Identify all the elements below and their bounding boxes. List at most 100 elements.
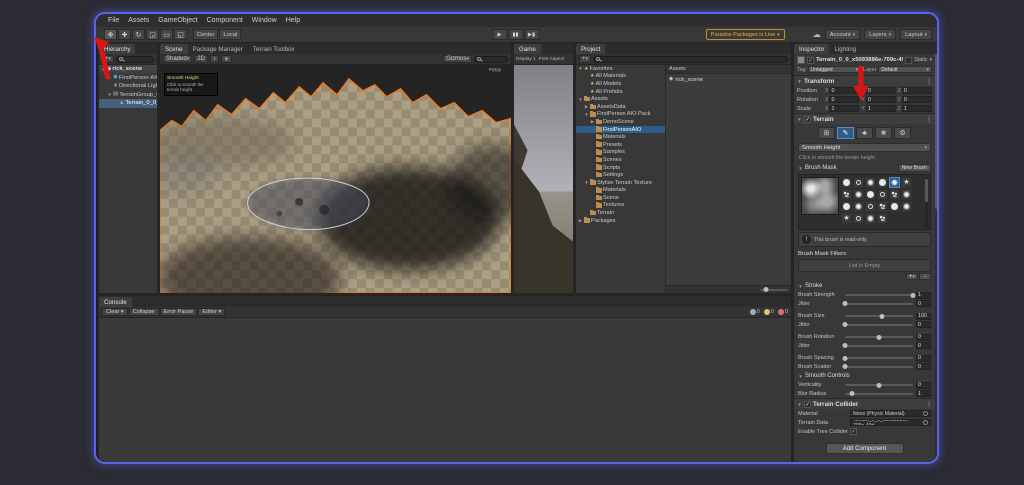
remove-filter-button[interactable]: -: [919, 273, 931, 280]
step-button[interactable]: ▶▮: [524, 29, 540, 40]
add-filter-button[interactable]: +: [906, 273, 918, 280]
tab-hierarchy[interactable]: Hierarchy: [99, 44, 136, 54]
layers-dropdown[interactable]: Layers: [864, 29, 897, 40]
tab-inspector[interactable]: Inspector: [794, 44, 830, 54]
tab-package-manager[interactable]: Package Manager: [188, 44, 248, 54]
scale-tool[interactable]: ◲: [146, 29, 159, 40]
console-button-clear[interactable]: Clear ▾: [102, 308, 128, 316]
paint-details-tool[interactable]: ❀: [875, 127, 892, 139]
brush-item[interactable]: ★: [901, 177, 912, 188]
slider-track[interactable]: [842, 301, 913, 307]
project-tree-item[interactable]: Materials: [576, 133, 665, 141]
rotate-tool[interactable]: ↻: [132, 29, 145, 40]
account-dropdown[interactable]: Account: [824, 29, 861, 40]
console-log-area[interactable]: [99, 318, 791, 462]
foldout-arrow-icon[interactable]: ▶: [107, 75, 112, 81]
material-object-field[interactable]: None (Physic Material): [850, 410, 931, 417]
object-picker-icon[interactable]: [923, 411, 928, 416]
brush-item[interactable]: [877, 177, 888, 188]
menu-item-help[interactable]: Help: [286, 17, 300, 24]
play-button[interactable]: ▶: [492, 29, 508, 40]
brush-item[interactable]: [877, 201, 888, 212]
2d-toggle-button[interactable]: 2D: [194, 55, 208, 63]
asset-item[interactable]: ◆ rick_scene: [669, 77, 788, 83]
brush-item[interactable]: [865, 213, 876, 224]
menu-item-file[interactable]: File: [108, 17, 119, 24]
create-neighbor-terrains-tool[interactable]: ⊞: [818, 127, 835, 139]
slider-knob[interactable]: [842, 343, 848, 349]
project-tree-item[interactable]: ▶ Packages: [576, 217, 665, 225]
x-value-input[interactable]: 1: [829, 105, 860, 112]
project-tree-item[interactable]: Terrain: [576, 209, 665, 217]
hierarchy-item[interactable]: ▼ ▤ TerrainGroup_0: [99, 91, 157, 100]
project-tree-item[interactable]: Materials: [576, 187, 665, 195]
slider-value-input[interactable]: 100: [916, 312, 931, 320]
console-button-collapse[interactable]: Collapse: [128, 308, 159, 316]
chevron-down-icon[interactable]: [929, 57, 932, 63]
scene-search-input[interactable]: [474, 55, 508, 63]
foldout-arrow-icon[interactable]: ▼: [584, 112, 589, 117]
terrain-data-object-field[interactable]: Terrain_0_0_x5093886e-709c-49d...: [850, 419, 931, 426]
project-tree-item[interactable]: ▶ AssetsData: [576, 103, 665, 111]
foldout-arrow-icon[interactable]: ▶: [578, 218, 583, 224]
pivot-toggle-button[interactable]: Center: [193, 29, 219, 40]
gameobject-name[interactable]: Terrain_0_0_x5093886e-709c-49d0-bf8d-1e7…: [816, 57, 903, 63]
object-picker-icon[interactable]: [923, 420, 928, 425]
project-tree-item[interactable]: ▼ Stylize Terrain Texture: [576, 179, 665, 187]
layout-dropdown[interactable]: Layout: [900, 29, 932, 40]
menu-item-component[interactable]: Component: [207, 17, 243, 24]
menu-item-gameobject[interactable]: GameObject: [158, 17, 197, 24]
hierarchy-item[interactable]: ▶ ◉ FirstPerson-AIO: [99, 74, 157, 83]
terrain-enabled-checkbox[interactable]: ✓: [804, 115, 811, 123]
project-tree-item[interactable]: FirstPersonAIO: [576, 125, 665, 134]
hierarchy-add-button[interactable]: +: [102, 55, 115, 63]
brush-item[interactable]: [841, 177, 852, 188]
scene-viewport[interactable]: Smooth Height Click to smooth the terrai…: [160, 65, 511, 293]
slider-value-input[interactable]: 0: [916, 342, 931, 350]
slider-value-input[interactable]: 0: [916, 354, 931, 362]
brush-item[interactable]: [853, 201, 864, 212]
slider-track[interactable]: [842, 355, 913, 361]
space-toggle-button[interactable]: Local: [219, 29, 242, 40]
z-value-input[interactable]: 0: [901, 96, 932, 103]
project-tree-item[interactable]: Scenes: [576, 156, 665, 164]
collider-enabled-checkbox[interactable]: ✓: [804, 400, 811, 408]
static-checkbox[interactable]: [905, 56, 913, 64]
slider-value-input[interactable]: 0: [916, 321, 931, 329]
brush-item[interactable]: [853, 213, 864, 224]
slider-track[interactable]: [845, 382, 913, 388]
warning-count-badge[interactable]: 0: [763, 309, 774, 315]
foldout-arrow-icon[interactable]: ▼: [107, 92, 112, 97]
brush-item[interactable]: ★: [841, 213, 852, 224]
console-button-editor[interactable]: Editor ▾: [198, 308, 226, 316]
foldout-arrow-icon[interactable]: ▼: [578, 66, 583, 71]
tab-game[interactable]: Game: [514, 44, 541, 54]
project-tree-item[interactable]: Textures: [576, 202, 665, 210]
project-tree-item[interactable]: Samples: [576, 149, 665, 157]
slider-value-input[interactable]: 0: [916, 300, 931, 308]
slider-knob[interactable]: [849, 391, 855, 397]
brush-item[interactable]: [889, 177, 900, 188]
brush-preview[interactable]: [801, 177, 839, 215]
slider-value-input[interactable]: 1: [916, 390, 931, 398]
y-value-input[interactable]: 0: [865, 87, 896, 94]
foldout-arrow-icon[interactable]: ▶: [584, 104, 589, 110]
slider-knob[interactable]: [879, 313, 885, 319]
tab-scene[interactable]: Scene: [160, 44, 188, 54]
hierarchy-search-input[interactable]: [116, 55, 154, 63]
slider-track[interactable]: [842, 343, 913, 349]
brush-item[interactable]: [877, 189, 888, 200]
slider-value-input[interactable]: 0: [916, 333, 931, 341]
stroke-foldout[interactable]: ▼ Stroke: [794, 281, 935, 291]
new-brush-button[interactable]: New Brush: [897, 164, 931, 172]
terrain-component-header[interactable]: ▼ ✓ Terrain ⋮: [794, 113, 935, 124]
aspect-dropdown[interactable]: Free Aspect: [539, 57, 565, 62]
terrain-mode-dropdown[interactable]: Smooth Height: [798, 143, 931, 152]
slider-knob[interactable]: [910, 292, 916, 298]
slider-track[interactable]: [845, 313, 913, 319]
y-value-input[interactable]: 1: [865, 105, 896, 112]
project-tree-item[interactable]: Scene: [576, 194, 665, 202]
tag-dropdown[interactable]: Untagged: [807, 66, 862, 73]
slider-knob[interactable]: [842, 322, 848, 328]
project-tree-item[interactable]: ▶ DemoScene: [576, 118, 665, 126]
